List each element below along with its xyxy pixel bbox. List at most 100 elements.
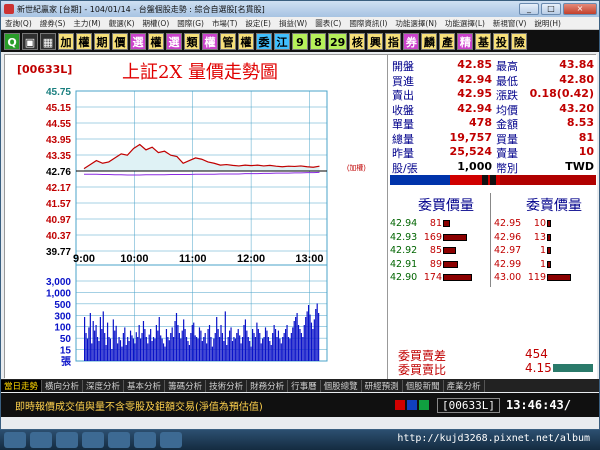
- toolbar-button[interactable]: 江: [274, 32, 290, 50]
- toolbar-button[interactable]: 選: [130, 32, 146, 50]
- toolbar-button[interactable]: 精: [457, 32, 474, 50]
- toolbar-button[interactable]: ▣: [22, 32, 38, 50]
- toolbar-button[interactable]: 價: [112, 32, 128, 50]
- menu-item[interactable]: 市場(T): [208, 18, 241, 29]
- volume-bar: [119, 340, 122, 361]
- taskbar-app-icon[interactable]: [30, 432, 52, 448]
- toolbar-button[interactable]: 類: [184, 32, 200, 50]
- toolbar-button[interactable]: 權: [238, 32, 254, 50]
- toolbar-button[interactable]: 產: [439, 32, 456, 50]
- menu-item[interactable]: 新視窗(V): [489, 18, 530, 29]
- volume-bar: [101, 329, 103, 361]
- volume-bar: [158, 317, 160, 361]
- toolbar-button[interactable]: 興: [367, 32, 384, 50]
- tab-10[interactable]: 個股新聞: [403, 379, 444, 392]
- maximize-button[interactable]: □: [541, 3, 561, 15]
- quote-value: 42.80: [559, 72, 594, 86]
- menu-item[interactable]: 功能選擇(L): [441, 18, 489, 29]
- volume-bar: [227, 337, 229, 361]
- toolbar-button[interactable]: 權: [148, 32, 164, 50]
- menu-item[interactable]: 設定(E): [241, 18, 275, 29]
- toolbar-button[interactable]: 管: [220, 32, 236, 50]
- volume-tick-label: 張: [61, 356, 72, 368]
- toolbar-button[interactable]: 券: [403, 32, 420, 50]
- menu-item[interactable]: 主力(M): [69, 18, 104, 29]
- volume-bar: [306, 311, 308, 361]
- toolbar-button[interactable]: 權: [202, 32, 218, 50]
- tab-0[interactable]: 當日走勢: [1, 379, 43, 392]
- ask-qty-bar: [547, 260, 551, 268]
- tab-8[interactable]: 個股總覽: [321, 379, 362, 392]
- toolbar-button[interactable]: 基: [475, 32, 492, 50]
- tab-4[interactable]: 籌碼分析: [165, 379, 207, 392]
- toolbar-button[interactable]: 險: [511, 32, 528, 50]
- menu-item[interactable]: 圖表(C): [311, 18, 345, 29]
- menu-item[interactable]: 查詢(Q): [1, 18, 36, 29]
- tab-5[interactable]: 技術分析: [206, 379, 248, 392]
- tab-7[interactable]: 行事曆: [288, 379, 321, 392]
- volume-bar: [145, 337, 147, 361]
- bid-qty: 169: [423, 231, 442, 243]
- volume-bar: [109, 338, 112, 361]
- toolbar-button[interactable]: 8: [310, 32, 326, 50]
- tab-6[interactable]: 財務分析: [247, 379, 289, 392]
- volume-bar: [286, 325, 288, 361]
- menu-item[interactable]: 證券(S): [36, 18, 70, 29]
- toolbar-button[interactable]: 投: [493, 32, 510, 50]
- menu-item[interactable]: 國際(G): [173, 18, 208, 29]
- toolbar-button[interactable]: 指: [385, 32, 402, 50]
- volume-bar: [162, 343, 165, 361]
- taskbar-app-icon[interactable]: [160, 432, 182, 448]
- toolbar-button[interactable]: Q: [4, 32, 20, 50]
- bid-qty: 174: [423, 272, 442, 283]
- tab-2[interactable]: 深度分析: [83, 379, 125, 392]
- volume-bar: [267, 337, 269, 361]
- minimize-button[interactable]: _: [519, 3, 539, 15]
- volume-bar: [178, 333, 180, 361]
- taskbar-app-icon[interactable]: [56, 432, 78, 448]
- toolbar-button[interactable]: ▦: [40, 32, 56, 50]
- volume-bar: [131, 335, 133, 361]
- volume-bar: [251, 329, 254, 361]
- menu-item[interactable]: 國際資訊(I): [345, 18, 391, 29]
- toolbar-button[interactable]: 期: [94, 32, 110, 50]
- ask-row: 42.97 1: [492, 245, 600, 257]
- toolbar-button[interactable]: 委: [256, 32, 272, 50]
- volume-bar: [134, 343, 136, 361]
- ask-qty: 13: [533, 231, 546, 243]
- toolbar-button[interactable]: 核: [349, 32, 366, 50]
- quote-value: 478: [469, 116, 492, 129]
- taskbar-app-icon[interactable]: [82, 432, 104, 448]
- ask-qty-bar: [547, 220, 551, 227]
- menu-item[interactable]: 觀選(K): [105, 18, 139, 29]
- tab-3[interactable]: 基本分析: [124, 379, 166, 392]
- taskbar-app-icon[interactable]: [108, 432, 130, 448]
- toolbar-button[interactable]: 麟: [421, 32, 438, 50]
- menu-item[interactable]: 功能選擇(N): [391, 18, 440, 29]
- status-stock-code[interactable]: [00633L]: [437, 397, 500, 413]
- menu-item[interactable]: 說明(H): [530, 18, 565, 29]
- bid-price: 42.90: [390, 272, 418, 283]
- taskbar-app-icon[interactable]: [134, 432, 156, 448]
- tab-1[interactable]: 橫向分析: [42, 379, 84, 392]
- menu-item[interactable]: 期權(O): [139, 18, 174, 29]
- tab-9[interactable]: 研經預測: [362, 379, 403, 392]
- toolbar-button[interactable]: 選: [166, 32, 182, 50]
- volume-tick-label: 300: [54, 311, 71, 322]
- close-button[interactable]: ×: [563, 3, 597, 15]
- start-icon[interactable]: [4, 432, 26, 448]
- toolbar-button[interactable]: 29: [328, 32, 348, 50]
- tab-11[interactable]: 產業分析: [444, 379, 485, 392]
- volume-bar: [96, 337, 99, 361]
- volume-bar: [170, 333, 172, 361]
- quote-row: 賣出 42.95 漲跌 0.18(0.42): [392, 87, 596, 102]
- ask-price: 42.99: [494, 258, 522, 270]
- menu-item[interactable]: 損益(W): [275, 18, 311, 29]
- volume-bar: [95, 325, 97, 361]
- volume-bar: [249, 341, 251, 361]
- bid-price: 42.92: [390, 245, 418, 256]
- toolbar-button[interactable]: 9: [292, 32, 308, 50]
- toolbar-button[interactable]: 加: [58, 32, 74, 50]
- volume-tick-label: 50: [60, 334, 72, 345]
- toolbar-button[interactable]: 權: [76, 32, 92, 50]
